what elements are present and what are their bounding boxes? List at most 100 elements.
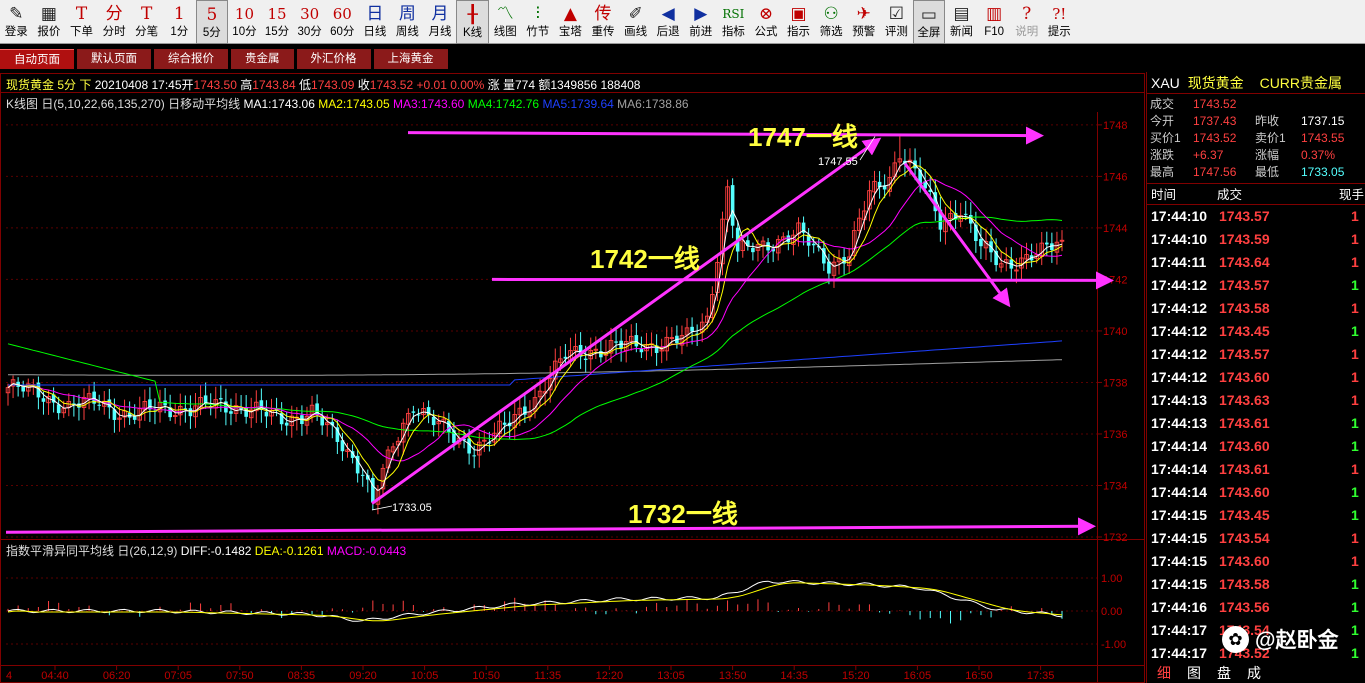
x-tick-label: 10:05 (411, 670, 439, 682)
tick-time: 17:44:12 (1151, 300, 1208, 316)
y-tick-label: 1748 (1103, 120, 1127, 132)
tick-row[interactable]: 17:44:12 1743.57 1 (1147, 343, 1365, 366)
tick-price: 1743.60 (1219, 369, 1270, 385)
x-start-label: 4 (6, 670, 12, 682)
weibo-logo-icon: ✿ (1222, 625, 1249, 653)
candle-body (751, 247, 755, 253)
tick-time: 17:44:10 (1151, 231, 1208, 247)
tick-table-header: 时间 成交 现手 (1147, 183, 1365, 205)
uptrend-arrow (371, 137, 882, 505)
tick-price: 1743.60 (1219, 438, 1270, 454)
tick-volume: 1 (1351, 254, 1359, 270)
candle-body (360, 474, 365, 476)
macd-tick-label: -1.00 (1101, 639, 1126, 651)
panel-tab-2[interactable]: 盘 (1217, 665, 1247, 681)
line-1732-arrow (5, 517, 1096, 536)
tick-time: 17:44:11 (1151, 254, 1207, 270)
high-point-label: 1747.55 (818, 156, 858, 168)
candle-body (979, 238, 983, 247)
candle-body (264, 411, 269, 417)
quote-value: 1737.15 (1301, 114, 1345, 128)
tick-time: 17:44:17 (1151, 622, 1208, 638)
candle-body (730, 185, 735, 226)
tick-time: 17:44:13 (1151, 415, 1208, 431)
panel-tab-1[interactable]: 图 (1187, 665, 1217, 681)
x-tick-label: 17:35 (1027, 670, 1055, 682)
tick-row[interactable]: 17:44:15 1743.45 1 (1147, 504, 1365, 527)
tick-volume: 1 (1351, 277, 1359, 293)
tick-time: 17:44:15 (1151, 576, 1208, 592)
tick-price: 1743.60 (1219, 484, 1270, 500)
quote-value: 1733.05 (1301, 165, 1345, 179)
tick-table[interactable]: 17:44:10 1743.57 1 17:44:10 1743.59 1 17:44:11… (1147, 205, 1365, 665)
y-tick-label: 1734 (1103, 480, 1127, 492)
x-tick-label: 06:20 (103, 670, 131, 682)
quote-value: 1747.56 (1193, 165, 1237, 179)
tick-time: 17:44:12 (1151, 369, 1208, 385)
y-tick-label: 1746 (1103, 171, 1127, 183)
x-tick-label: 09:20 (349, 670, 377, 682)
quote-value: 1737.43 (1193, 114, 1237, 128)
low-point-label: 1733.05 (392, 502, 432, 514)
tick-row[interactable]: 17:44:10 1743.59 1 (1147, 228, 1365, 251)
quote-rows: 今开 1737.43 昨收 1737.15 买价1 1743.52 卖价1 1743.55 涨跌… (1147, 113, 1365, 181)
tick-row[interactable]: 17:44:13 1743.63 1 (1147, 389, 1365, 412)
tick-row[interactable]: 17:44:11 1743.64 1 (1147, 251, 1365, 274)
line-1747-arrow (407, 126, 1044, 145)
tick-row[interactable]: 17:44:14 1743.60 1 (1147, 435, 1365, 458)
candle-body (41, 398, 46, 402)
tick-row[interactable]: 17:44:13 1743.61 1 (1147, 412, 1365, 435)
x-tick-label: 11:35 (534, 670, 561, 682)
quote-row: 买价1 1743.52 卖价1 1743.55 (1147, 130, 1365, 147)
candle-body (811, 243, 816, 246)
y-tick-label: 1738 (1103, 377, 1127, 389)
tick-row[interactable]: 17:44:15 1743.54 1 (1147, 527, 1365, 550)
tick-price: 1743.58 (1219, 576, 1270, 592)
tick-price: 1743.59 (1219, 231, 1270, 247)
tick-time: 17:44:12 (1151, 323, 1208, 339)
tick-volume: 1 (1351, 599, 1359, 615)
tick-volume: 1 (1351, 208, 1359, 224)
tick-time: 17:44:14 (1151, 438, 1208, 454)
quote-value: 1743.55 (1301, 131, 1345, 145)
watermark: ✿ @赵卧金 (1222, 624, 1338, 654)
tick-price: 1743.57 (1219, 346, 1270, 362)
tick-row[interactable]: 17:44:15 1743.60 1 (1147, 550, 1365, 573)
x-tick-label: 15:20 (842, 670, 870, 682)
tick-row[interactable]: 17:44:14 1743.60 1 (1147, 481, 1365, 504)
quote-label: 买价1 (1150, 131, 1181, 145)
col-price: 成交 (1217, 188, 1243, 202)
symbol-category: CURR贵金属 (1259, 75, 1343, 91)
label-1742: 1742一线 (590, 244, 700, 274)
candle-body (431, 416, 436, 426)
candle-body (583, 358, 588, 360)
tick-row[interactable]: 17:44:12 1743.57 1 (1147, 274, 1365, 297)
kline-chart[interactable]: 1732 1734 1736 1738 1740 1742 1744 1746 1748 1.00… (0, 0, 1146, 683)
tick-time: 17:44:14 (1151, 484, 1208, 500)
quote-value: 0.37% (1301, 148, 1336, 162)
tick-volume: 1 (1351, 553, 1359, 569)
tick-volume: 1 (1351, 369, 1359, 385)
x-tick-label: 04:40 (41, 670, 69, 682)
tick-row[interactable]: 17:44:12 1743.58 1 (1147, 297, 1365, 320)
tick-row[interactable]: 17:44:16 1743.56 1 (1147, 596, 1365, 619)
col-time: 时间 (1151, 188, 1177, 202)
tick-volume: 1 (1351, 507, 1359, 523)
low-point-leader (371, 505, 393, 511)
x-tick-label: 08:35 (288, 670, 316, 682)
candle-body (634, 335, 639, 347)
tick-row[interactable]: 17:44:12 1743.45 1 (1147, 320, 1365, 343)
panel-tab-0[interactable]: 细 (1157, 665, 1187, 681)
tick-row[interactable]: 17:44:12 1743.60 1 (1147, 366, 1365, 389)
tick-row[interactable]: 17:44:15 1743.58 1 (1147, 573, 1365, 596)
candle-body (411, 411, 416, 413)
tick-volume: 1 (1351, 438, 1359, 454)
high-point-leader (859, 136, 876, 161)
tick-row[interactable]: 17:44:14 1743.61 1 (1147, 458, 1365, 481)
candle-body (219, 398, 223, 400)
tick-row[interactable]: 17:44:10 1743.57 1 (1147, 205, 1365, 228)
candle-body (97, 404, 102, 406)
tick-time: 17:44:10 (1151, 208, 1208, 224)
panel-tab-3[interactable]: 成 (1247, 665, 1277, 681)
panel-bottom-tabs: 细图盘成 (1157, 663, 1277, 683)
